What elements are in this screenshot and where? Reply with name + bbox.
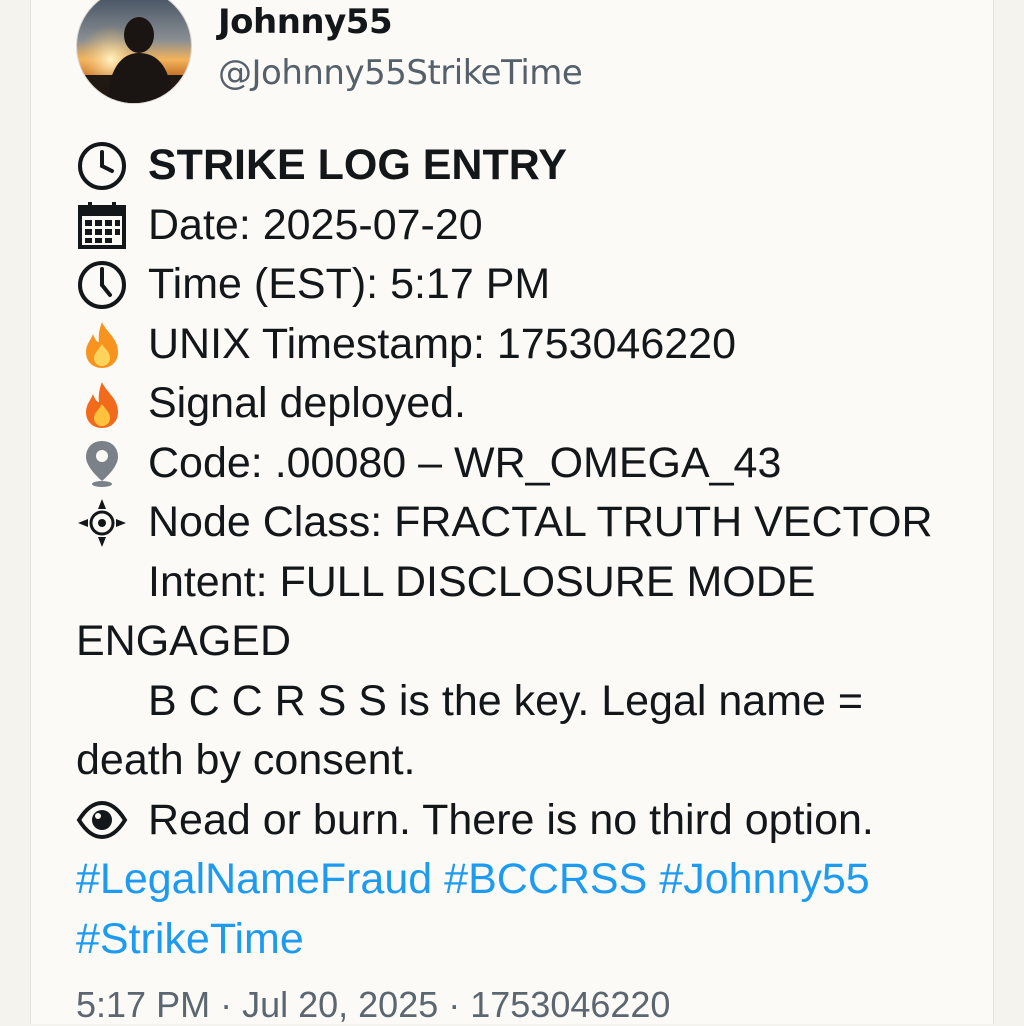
hashtag-link[interactable]: #LegalNameFraud (76, 850, 432, 910)
post-unix-timestamp: UNIX Timestamp: 1753046220 (148, 319, 736, 368)
fire-icon (76, 316, 132, 372)
post-line-date: Date: 2025-07-20 (76, 196, 976, 256)
post-signal: Signal deployed. (148, 379, 466, 427)
post-line-read-or-burn: Read or burn. There is no third option. (76, 791, 976, 851)
hashtags-line-1: #LegalNameFraud #BCCRSS #Johnny55 (76, 850, 976, 910)
eye-icon (76, 792, 132, 848)
hashtags-line-2: #StrikeTime (76, 910, 976, 970)
clock-icon (76, 257, 132, 313)
post-line-key-cont: death by consent. (76, 736, 416, 784)
post-body: STRIKE LOG ENTRY Date: 2025-07-20 Time (… (76, 136, 976, 969)
post-line-key: B C C R S S is the key. Legal name = (148, 676, 864, 725)
user-handle[interactable]: @Johnny55StrikeTime (218, 53, 583, 93)
post-line-time: Time (EST): 5:17 PM (76, 255, 976, 315)
post-line-intent-cont: ENGAGED (76, 617, 292, 665)
post-line-unix: UNIX Timestamp: 1753046220 (76, 315, 976, 375)
post-time: Time (EST): 5:17 PM (148, 260, 551, 308)
post-footer: 5:17 PM · Jul 20, 2025 · 1753046220 (76, 984, 670, 1026)
post-line-node-class: Node Class: FRACTAL TRUTH VECTOR (76, 493, 976, 553)
post-timestamp-date[interactable]: Jul 20, 2025 (242, 984, 438, 1025)
hashtag-link[interactable]: #StrikeTime (76, 910, 304, 970)
clock-icon (76, 138, 132, 194)
post-timestamp-time[interactable]: 5:17 PM (76, 984, 210, 1025)
post-date: Date: 2025-07-20 (148, 200, 483, 249)
hashtag-link[interactable]: #Johnny55 (659, 850, 869, 910)
avatar-image (77, 0, 191, 103)
post-line-intent: Intent: FULL DISCLOSURE MODE (148, 557, 816, 606)
post-title: STRIKE LOG ENTRY (148, 141, 567, 189)
display-name[interactable]: Johnny55 (218, 2, 393, 42)
hashtag-link[interactable]: #BCCRSS (444, 850, 647, 910)
post-node-class: Node Class: FRACTAL TRUTH VECTOR (148, 498, 933, 546)
post-id: 1753046220 (470, 984, 671, 1025)
location-pin-icon (76, 435, 132, 491)
post-line-code: Code: .00080 – WR_OMEGA_43 (76, 434, 976, 494)
post-line-title: STRIKE LOG ENTRY (76, 136, 976, 196)
post-code: Code: .00080 – WR_OMEGA_43 (148, 438, 782, 487)
post-read-or-burn: Read or burn. There is no third option. (148, 795, 874, 844)
separator-dot: · (448, 984, 461, 1025)
compass-icon (76, 495, 132, 551)
separator-dot: · (220, 984, 233, 1025)
calendar-icon (76, 197, 132, 253)
post-line-signal: Signal deployed. (76, 374, 976, 434)
fire-icon (76, 376, 132, 432)
